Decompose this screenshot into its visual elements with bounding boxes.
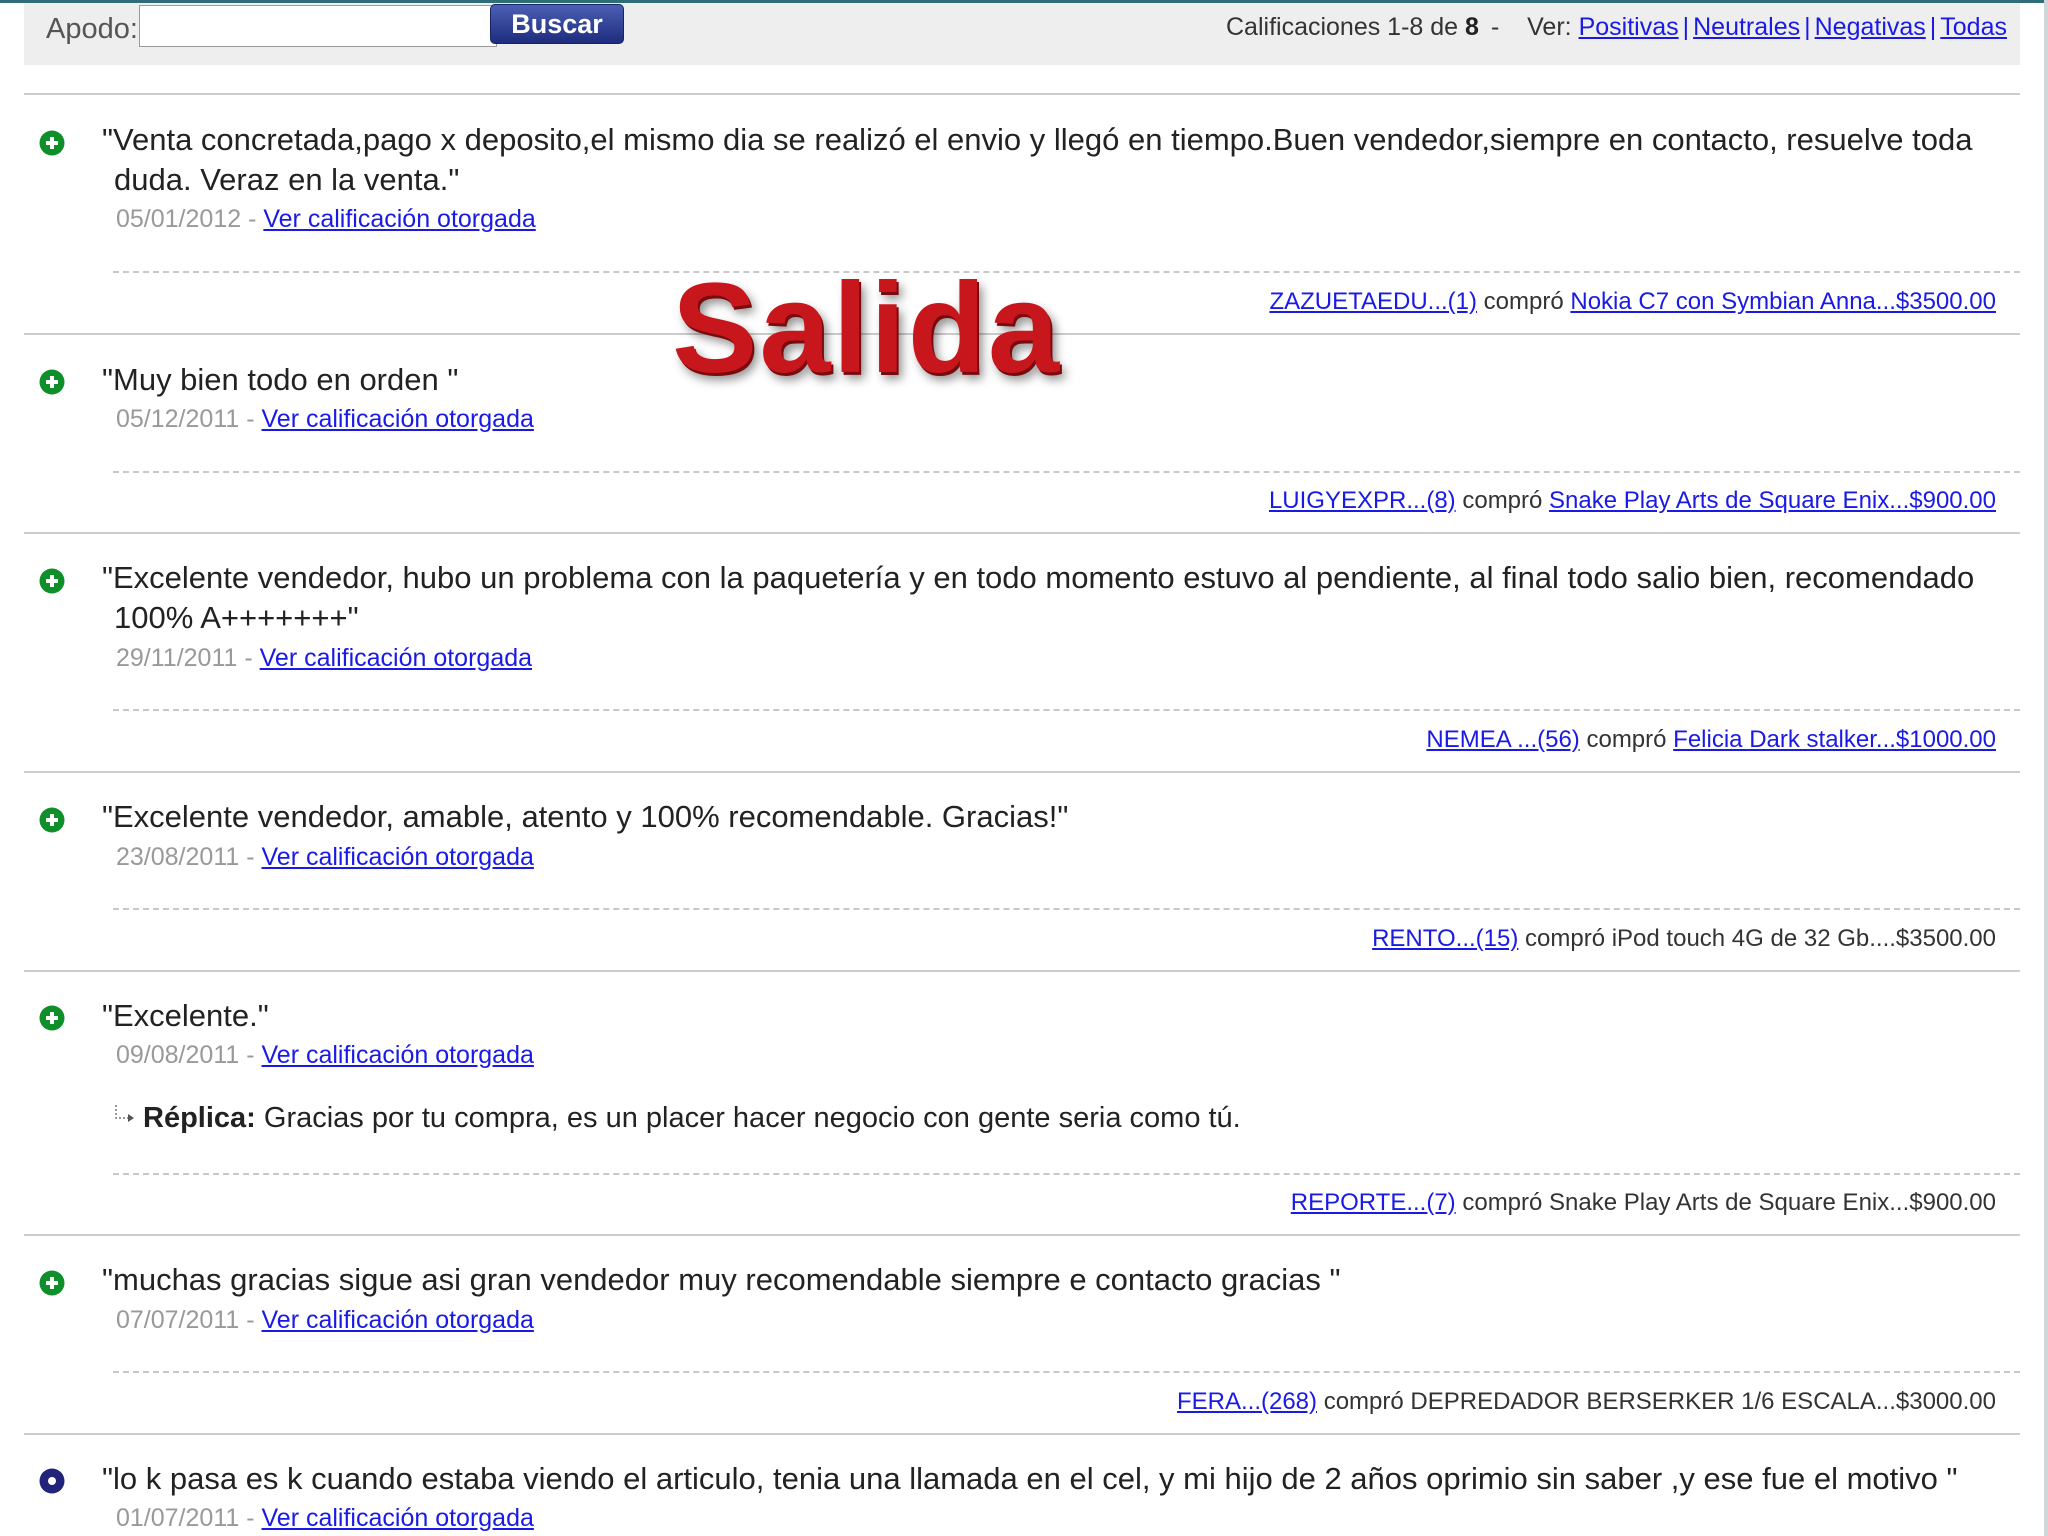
filter-positive-link[interactable]: Positivas xyxy=(1579,13,1679,41)
rating-comment: "lo k pasa es k cuando estaba viendo el … xyxy=(102,1461,1958,1496)
item-text: DEPREDADOR BERSERKER 1/6 ESCALA...$3000.… xyxy=(1410,1388,1996,1415)
rating-date: 01/07/2011 - xyxy=(116,1504,255,1532)
plus-circle-icon xyxy=(39,807,65,833)
rating-meta: 29/11/2011 - Ver calificación otorgada xyxy=(116,644,532,673)
rating-comment: "Excelente vendedor, amable, atento y 10… xyxy=(102,799,1069,834)
rating-date: 05/12/2011 - xyxy=(116,405,255,433)
dashed-divider xyxy=(113,709,2020,711)
rating-comment: "Venta concretada,pago x deposito,el mis… xyxy=(102,122,1973,197)
seller-reply: Réplica: Gracias por tu compra, es un pl… xyxy=(113,1102,1241,1135)
plus-circle-icon xyxy=(39,568,65,594)
rating-date: 09/08/2011 - xyxy=(116,1041,255,1069)
rating-meta: 01/07/2011 - Ver calificación otorgada xyxy=(116,1504,534,1533)
plus-circle-icon xyxy=(39,130,65,156)
filter-negative-link[interactable]: Negativas xyxy=(1815,13,1926,41)
item-text: Snake Play Arts de Square Enix...$900.00 xyxy=(1549,1189,1996,1216)
dot-circle-icon xyxy=(39,1468,65,1494)
rating-meta: 23/08/2011 - Ver calificación otorgada xyxy=(116,843,534,872)
rating-meta: 07/07/2011 - Ver calificación otorgada xyxy=(116,1306,534,1335)
ratings-range: Calificaciones 1-8 de 8 xyxy=(1226,13,1479,42)
view-label: Ver: xyxy=(1527,13,1572,41)
buyer-info: LUIGYEXPR...(8) compró Snake Play Arts d… xyxy=(1269,487,1996,515)
buyer-info: ZAZUETAEDU...(1) compró Nokia C7 con Sym… xyxy=(1269,288,1996,316)
view-rating-link[interactable]: Ver calificación otorgada xyxy=(262,1041,534,1069)
filter-neutral-link[interactable]: Neutrales xyxy=(1693,13,1800,41)
divider xyxy=(24,1433,2020,1435)
bought-label: compró xyxy=(1586,726,1667,753)
bought-label: compró xyxy=(1323,1388,1404,1415)
buyer-info: NEMEA ...(56) compró Felicia Dark stalke… xyxy=(1426,726,1996,754)
ratings-total: 8 xyxy=(1465,13,1479,41)
bought-label: compró xyxy=(1462,487,1543,514)
search-filter-bar: Apodo: Buscar Calificaciones 1-8 de 8 - … xyxy=(24,3,2020,65)
rating-meta: 05/01/2012 - Ver calificación otorgada xyxy=(116,205,536,234)
rating-date: 05/01/2012 - xyxy=(116,205,257,233)
dashed-divider xyxy=(113,271,2020,273)
buyer-info: RENTO...(15) compró iPod touch 4G de 32 … xyxy=(1372,925,1996,953)
buyer-info: FERA...(268) compró DEPREDADOR BERSERKER… xyxy=(1177,1388,1996,1416)
divider xyxy=(24,93,2020,95)
rating-comment: "Excelente." xyxy=(102,998,269,1033)
nickname-search-input[interactable] xyxy=(139,5,497,47)
view-rating-link[interactable]: Ver calificación otorgada xyxy=(263,205,535,233)
view-rating-link[interactable]: Ver calificación otorgada xyxy=(262,843,534,871)
dashed-divider xyxy=(113,1371,2020,1373)
rating-meta: 09/08/2011 - Ver calificación otorgada xyxy=(116,1041,534,1070)
item-link[interactable]: Felicia Dark stalker...$1000.00 xyxy=(1673,726,1996,753)
item-text: iPod touch 4G de 32 Gb....$3500.00 xyxy=(1611,925,1996,952)
filter-all-link[interactable]: Todas xyxy=(1940,13,2007,41)
reply-arrow-icon xyxy=(115,1105,134,1122)
rating-date: 29/11/2011 - xyxy=(116,644,253,672)
view-filters: - Ver: Positivas | Neutrales | Negativas | Tod… xyxy=(1491,13,2007,41)
view-rating-link[interactable]: Ver calificación otorgada xyxy=(262,1504,534,1532)
dashed-divider xyxy=(113,471,2020,473)
view-rating-link[interactable]: Ver calificación otorgada xyxy=(262,405,534,433)
item-link[interactable]: Snake Play Arts de Square Enix...$900.00 xyxy=(1549,487,1996,514)
dashed-divider xyxy=(113,908,2020,910)
rating-date: 07/07/2011 - xyxy=(116,1306,255,1334)
buyer-link[interactable]: ZAZUETAEDU...(1) xyxy=(1269,288,1477,315)
buyer-link[interactable]: RENTO...(15) xyxy=(1372,925,1518,952)
dashed-divider xyxy=(113,1173,2020,1175)
plus-circle-icon xyxy=(39,369,65,395)
rating-comment: "muchas gracias sigue asi gran vendedor … xyxy=(102,1262,1341,1297)
view-rating-link[interactable]: Ver calificación otorgada xyxy=(260,644,532,672)
divider xyxy=(24,771,2020,773)
salida-watermark: Salida xyxy=(672,257,1062,400)
search-button[interactable]: Buscar xyxy=(490,4,624,44)
divider xyxy=(24,1234,2020,1236)
nickname-label: Apodo: xyxy=(46,13,138,45)
divider xyxy=(24,532,2020,534)
reply-text: Gracias por tu compra, es un placer hace… xyxy=(263,1102,1241,1134)
plus-circle-icon xyxy=(39,1270,65,1296)
ratings-range-text: Calificaciones 1-8 de xyxy=(1226,13,1459,41)
buyer-link[interactable]: FERA...(268) xyxy=(1177,1388,1317,1415)
rating-comment: "Excelente vendedor, hubo un problema co… xyxy=(102,560,1975,635)
bought-label: compró xyxy=(1462,1189,1543,1216)
divider xyxy=(24,970,2020,972)
view-rating-link[interactable]: Ver calificación otorgada xyxy=(262,1306,534,1334)
filter-dash: - xyxy=(1491,13,1500,41)
rating-comment: "Muy bien todo en orden " xyxy=(102,362,459,397)
bought-label: compró xyxy=(1525,925,1606,952)
buyer-info: REPORTE...(7) compró Snake Play Arts de … xyxy=(1291,1189,1996,1217)
buyer-link[interactable]: LUIGYEXPR...(8) xyxy=(1269,487,1456,514)
item-link[interactable]: Nokia C7 con Symbian Anna...$3500.00 xyxy=(1570,288,1996,315)
window-right-border xyxy=(2044,0,2048,1536)
reply-label: Réplica: xyxy=(143,1102,256,1134)
rating-meta: 05/12/2011 - Ver calificación otorgada xyxy=(116,405,534,434)
rating-date: 23/08/2011 - xyxy=(116,843,255,871)
buyer-link[interactable]: NEMEA ...(56) xyxy=(1426,726,1579,753)
plus-circle-icon xyxy=(39,1005,65,1031)
bought-label: compró xyxy=(1483,288,1564,315)
buyer-link[interactable]: REPORTE...(7) xyxy=(1291,1189,1456,1216)
